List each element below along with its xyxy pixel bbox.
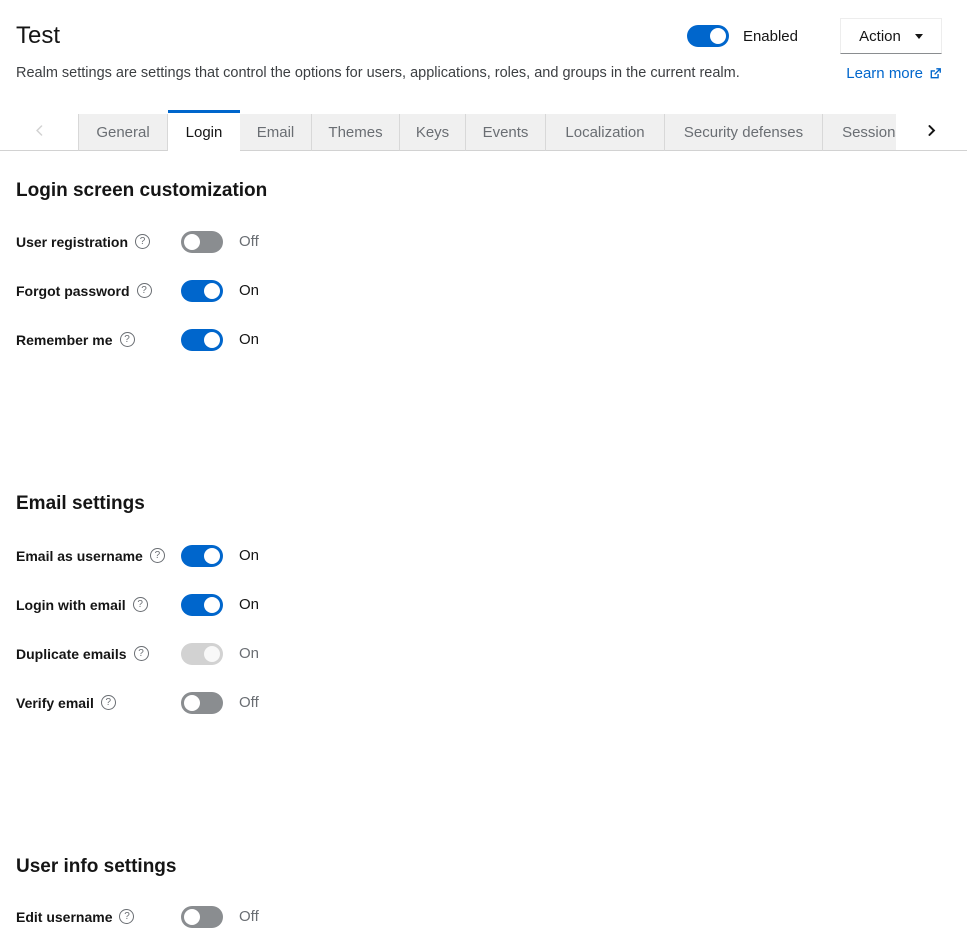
email-as-username-toggle[interactable] <box>181 545 223 567</box>
toggle-state-label: On <box>239 596 259 613</box>
user-registration-toggle[interactable] <box>181 231 223 253</box>
section-email-settings: Email settings Email as username ? On Lo… <box>16 493 951 727</box>
action-dropdown-button[interactable]: Action <box>840 18 942 54</box>
help-icon[interactable]: ? <box>134 646 149 661</box>
header-subtitle-row: Realm settings are settings that control… <box>16 63 942 83</box>
tab-general[interactable]: General <box>78 114 168 151</box>
setting-row-remember-me: Remember me ? On <box>16 315 951 364</box>
toggle-state-label: On <box>239 645 259 662</box>
setting-label: Email as username <box>16 548 143 564</box>
setting-label-group: Forgot password ? <box>16 283 181 299</box>
toggle-state-label: On <box>239 282 259 299</box>
setting-label-group: Login with email ? <box>16 597 181 613</box>
setting-label-group: Remember me ? <box>16 332 181 348</box>
toggle-thumb <box>184 695 200 711</box>
toggle-state-label: Off <box>239 694 259 711</box>
duplicate-emails-toggle <box>181 643 223 665</box>
setting-label-group: Duplicate emails ? <box>16 646 181 662</box>
external-link-icon <box>929 67 942 80</box>
toggle-state-label: Off <box>239 233 259 250</box>
verify-email-toggle[interactable] <box>181 692 223 714</box>
scroll-left-button[interactable] <box>0 110 78 151</box>
setting-label-group: Verify email ? <box>16 695 181 711</box>
setting-row-user-registration: User registration ? Off <box>16 217 951 266</box>
help-icon[interactable]: ? <box>119 909 134 924</box>
help-icon[interactable]: ? <box>101 695 116 710</box>
toggle-thumb <box>204 332 220 348</box>
setting-label-group: Email as username ? <box>16 548 181 564</box>
toggle-state-label: Off <box>239 908 259 925</box>
setting-label-group: User registration ? <box>16 234 181 250</box>
realm-enabled-toggle[interactable] <box>687 25 729 47</box>
tab-keys[interactable]: Keys <box>400 114 466 151</box>
toggle-state-label: On <box>239 331 259 348</box>
help-icon[interactable]: ? <box>135 234 150 249</box>
setting-label: Verify email <box>16 695 94 711</box>
toggle-state-label: On <box>239 547 259 564</box>
login-with-email-toggle[interactable] <box>181 594 223 616</box>
toggle-thumb <box>204 646 220 662</box>
remember-me-toggle[interactable] <box>181 329 223 351</box>
setting-row-forgot-password: Forgot password ? On <box>16 266 951 315</box>
login-tab-content: Login screen customization User registra… <box>0 180 967 941</box>
tab-bar: General Login Email Themes Keys Events L… <box>0 110 967 151</box>
setting-row-login-with-email: Login with email ? On <box>16 580 951 629</box>
tabs-scroll-area: General Login Email Themes Keys Events L… <box>78 110 896 151</box>
realm-enabled-label: Enabled <box>743 28 798 45</box>
tab-login[interactable]: Login <box>168 110 240 151</box>
action-dropdown-label: Action <box>859 28 901 45</box>
realm-enabled-toggle-group: Enabled <box>687 25 798 47</box>
section-user-info-settings: User info settings Edit username ? Off <box>16 856 951 941</box>
learn-more-label: Learn more <box>846 65 923 82</box>
header-actions: Enabled Action <box>687 18 942 54</box>
section-login-screen-customization: Login screen customization User registra… <box>16 180 951 364</box>
setting-row-duplicate-emails: Duplicate emails ? On <box>16 629 951 678</box>
section-heading: Email settings <box>16 493 951 515</box>
setting-label: Forgot password <box>16 283 130 299</box>
toggle-thumb <box>184 909 200 925</box>
forgot-password-toggle[interactable] <box>181 280 223 302</box>
section-heading: Login screen customization <box>16 180 951 202</box>
setting-row-edit-username: Edit username ? Off <box>16 892 951 941</box>
edit-username-toggle[interactable] <box>181 906 223 928</box>
help-icon[interactable]: ? <box>120 332 135 347</box>
toggle-thumb <box>184 234 200 250</box>
learn-more-link[interactable]: Learn more <box>846 65 942 82</box>
setting-label: Edit username <box>16 909 112 925</box>
tab-events[interactable]: Events <box>466 114 546 151</box>
toggle-thumb <box>710 28 726 44</box>
page-header: Test Enabled Action Realm settings are s… <box>0 0 967 83</box>
chevron-left-icon <box>33 124 46 137</box>
section-heading: User info settings <box>16 856 951 878</box>
setting-row-email-as-username: Email as username ? On <box>16 531 951 580</box>
tab-email[interactable]: Email <box>240 114 312 151</box>
toggle-thumb <box>204 283 220 299</box>
setting-label-group: Edit username ? <box>16 909 181 925</box>
page-description: Realm settings are settings that control… <box>16 63 740 83</box>
help-icon[interactable]: ? <box>137 283 152 298</box>
page-title: Test <box>16 24 60 48</box>
chevron-right-icon <box>925 124 938 137</box>
setting-label: Duplicate emails <box>16 646 127 662</box>
tab-themes[interactable]: Themes <box>312 114 400 151</box>
help-icon[interactable]: ? <box>133 597 148 612</box>
toggle-thumb <box>204 597 220 613</box>
caret-down-icon <box>915 34 923 39</box>
tab-localization[interactable]: Localization <box>546 114 665 151</box>
setting-row-verify-email: Verify email ? Off <box>16 678 951 727</box>
setting-label: Remember me <box>16 332 113 348</box>
help-icon[interactable]: ? <box>150 548 165 563</box>
setting-label: Login with email <box>16 597 126 613</box>
tab-sessions[interactable]: Sessions <box>823 114 896 151</box>
tab-security-defenses[interactable]: Security defenses <box>665 114 823 151</box>
scroll-right-button[interactable] <box>896 110 967 151</box>
toggle-thumb <box>204 548 220 564</box>
header-top: Test Enabled Action <box>16 18 942 54</box>
setting-label: User registration <box>16 234 128 250</box>
